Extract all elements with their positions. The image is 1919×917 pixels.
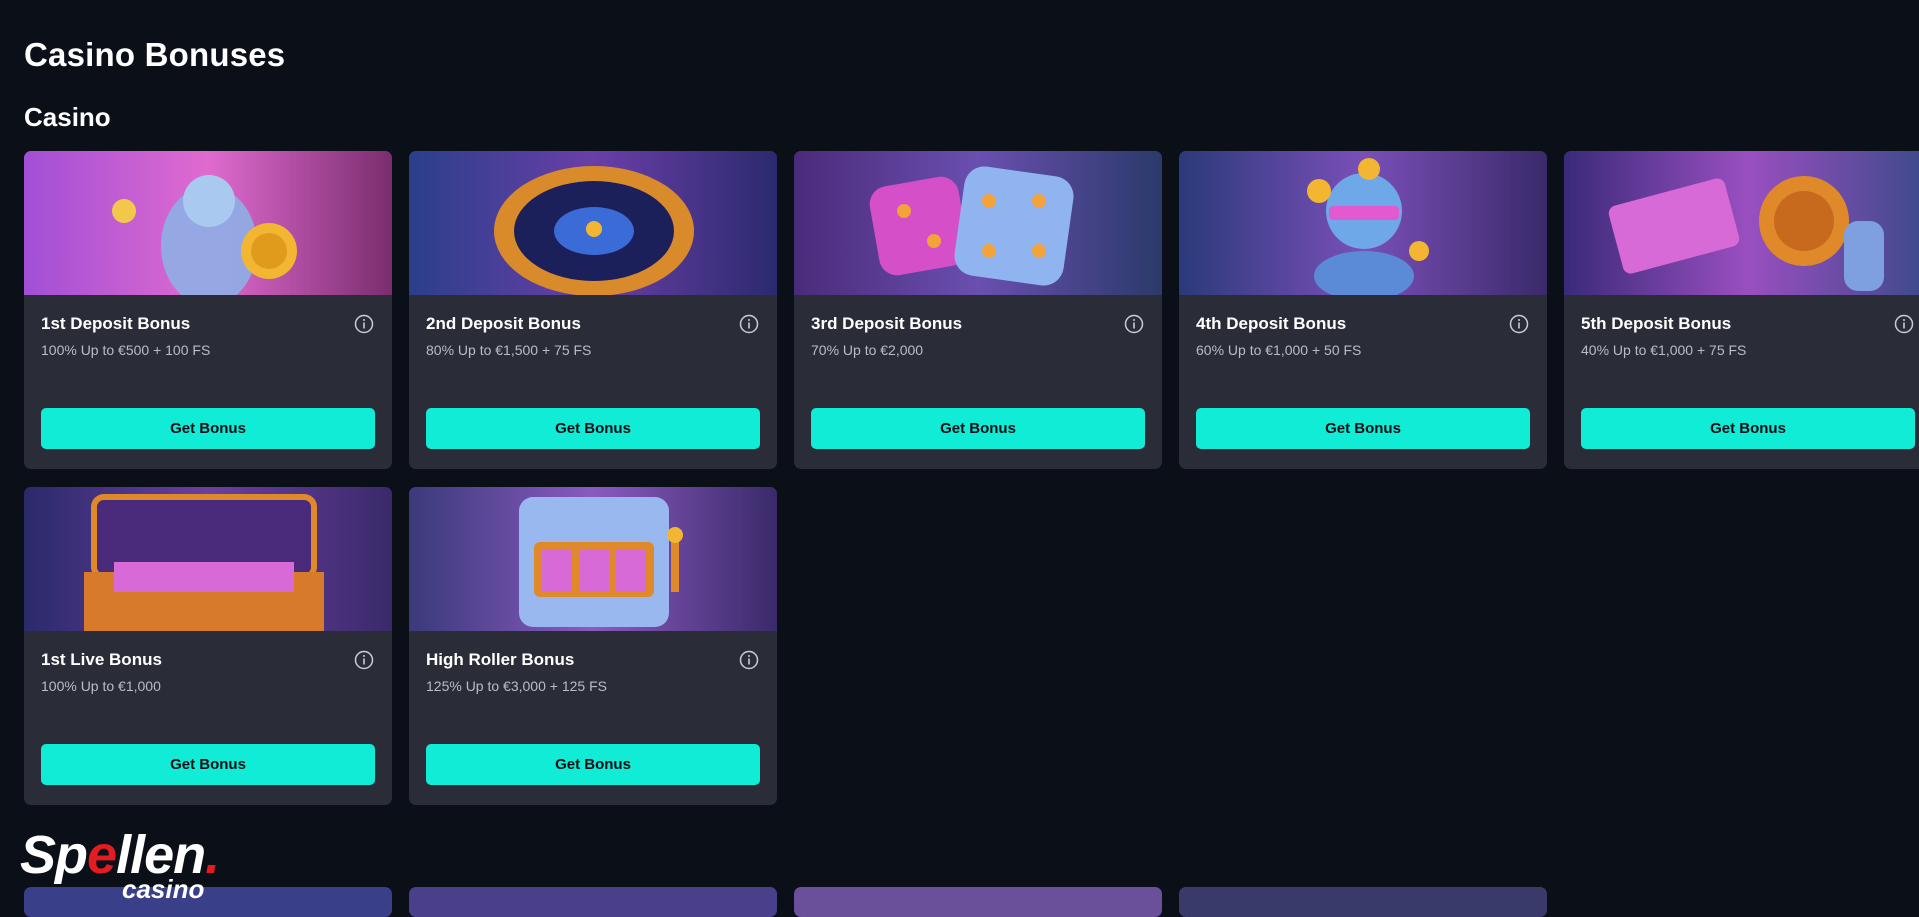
card-subtitle: 100% Up to €500 + 100 FS [41, 342, 211, 358]
card-image-treasure-chest [24, 487, 392, 631]
card-subtitle: 70% Up to €2,000 [811, 342, 924, 358]
bonus-card-partial [794, 887, 1162, 917]
info-icon[interactable] [354, 650, 374, 670]
bonus-card-partial [1179, 887, 1547, 917]
get-bonus-button[interactable]: Get Bonus [1581, 408, 1915, 449]
card-subtitle: 40% Up to €1,000 + 75 FS [1581, 342, 1747, 358]
page-title: Casino Bonuses [24, 36, 286, 73]
card-image-statue-coins [1179, 151, 1547, 295]
bonus-card-2nd-deposit: 2nd Deposit Bonus 80% Up to €1,500 + 75 … [409, 151, 777, 469]
get-bonus-button[interactable]: Get Bonus [426, 744, 760, 785]
card-title: 5th Deposit Bonus [1581, 314, 1732, 333]
spellen-casino-logo: Spellen. casino [20, 825, 220, 904]
card-title: 2nd Deposit Bonus [426, 314, 581, 333]
bonus-card-1st-deposit: 1st Deposit Bonus 100% Up to €500 + 100 … [24, 151, 392, 469]
bonus-card-3rd-deposit: 3rd Deposit Bonus 70% Up to €2,000 Get B… [794, 151, 1162, 469]
info-icon[interactable] [739, 650, 759, 670]
card-title: High Roller Bonus [426, 650, 575, 669]
card-subtitle: 60% Up to €1,000 + 50 FS [1196, 342, 1362, 358]
info-icon[interactable] [739, 314, 759, 334]
get-bonus-button[interactable]: Get Bonus [1196, 408, 1530, 449]
card-subtitle: 80% Up to €1,500 + 75 FS [426, 342, 592, 358]
bonus-card-4th-deposit: 4th Deposit Bonus 60% Up to €1,000 + 50 … [1179, 151, 1547, 469]
bonus-card-5th-deposit: 5th Deposit Bonus 40% Up to €1,000 + 75 … [1564, 151, 1919, 469]
card-subtitle: 100% Up to €1,000 [41, 678, 161, 694]
info-icon[interactable] [1894, 314, 1914, 334]
card-image-roulette [409, 151, 777, 295]
get-bonus-button[interactable]: Get Bonus [811, 408, 1145, 449]
info-icon[interactable] [1124, 314, 1144, 334]
get-bonus-button[interactable]: Get Bonus [41, 744, 375, 785]
card-title: 4th Deposit Bonus [1196, 314, 1347, 333]
card-title: 1st Deposit Bonus [41, 314, 191, 333]
get-bonus-button[interactable]: Get Bonus [426, 408, 760, 449]
card-subtitle: 125% Up to €3,000 + 125 FS [426, 678, 607, 694]
bonus-card-1st-live: 1st Live Bonus 100% Up to €1,000 Get Bon… [24, 487, 392, 805]
card-image-dice [794, 151, 1162, 295]
bonus-card-partial [409, 887, 777, 917]
info-icon[interactable] [354, 314, 374, 334]
card-image-hand-cash [1564, 151, 1919, 295]
card-image-slot-machine [409, 487, 777, 631]
card-title: 1st Live Bonus [41, 650, 162, 669]
get-bonus-button[interactable]: Get Bonus [41, 408, 375, 449]
card-image-statue-coin [24, 151, 392, 295]
card-title: 3rd Deposit Bonus [811, 314, 963, 333]
section-title-casino: Casino [24, 102, 111, 132]
info-icon[interactable] [1509, 314, 1529, 334]
bonus-card-high-roller: High Roller Bonus 125% Up to €3,000 + 12… [409, 487, 777, 805]
